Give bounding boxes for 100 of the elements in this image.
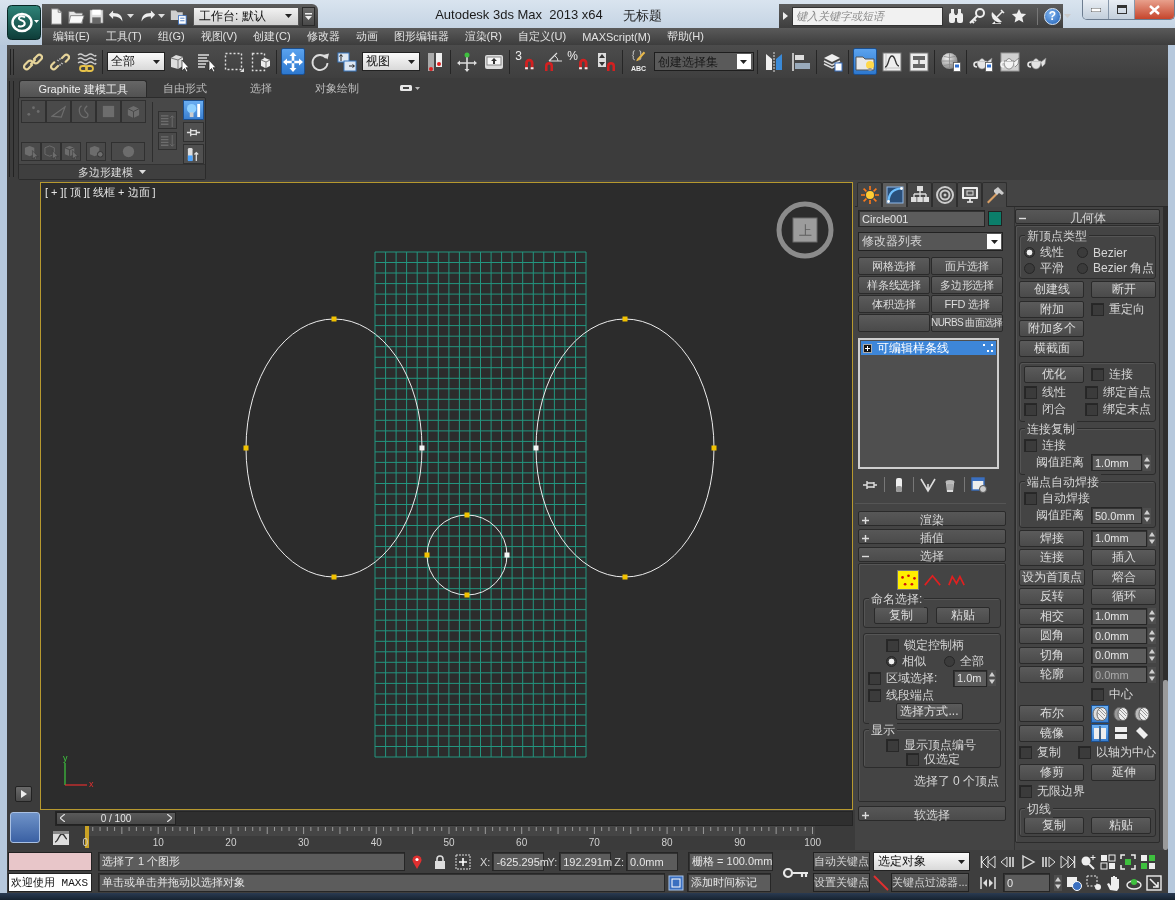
rollout-header[interactable]: 渲染 bbox=[858, 511, 1006, 526]
curve-window-icon[interactable] bbox=[52, 830, 70, 846]
hand-icon[interactable] bbox=[1106, 874, 1122, 891]
swatch-icon[interactable] bbox=[988, 211, 1002, 226]
set-key-button[interactable]: 设置关键点 bbox=[813, 873, 870, 892]
frame-field[interactable]: 0 bbox=[1003, 873, 1050, 892]
magnet-button[interactable]: % bbox=[567, 48, 592, 75]
menu-item[interactable]: 帮助(H) bbox=[658, 29, 712, 44]
menu-item[interactable]: 修改器 bbox=[298, 29, 348, 44]
play-icon[interactable] bbox=[1020, 853, 1036, 870]
number-field[interactable]: 1.0mm bbox=[1091, 529, 1147, 547]
number-field[interactable]: 50.0mm bbox=[1091, 507, 1142, 525]
checkbox[interactable] bbox=[1024, 491, 1037, 505]
panel-tab[interactable] bbox=[932, 182, 957, 207]
bracket-triangles-icon[interactable] bbox=[980, 874, 996, 891]
menu-item[interactable]: MAXScript(M) bbox=[574, 30, 659, 43]
time-slider-track[interactable]: 0 / 100 bbox=[55, 810, 853, 826]
expand-button[interactable] bbox=[15, 786, 32, 802]
command-button[interactable]: 延伸 bbox=[1091, 763, 1156, 781]
magnifier-plus-icon[interactable] bbox=[1080, 853, 1096, 870]
checkbox[interactable] bbox=[1019, 746, 1032, 760]
checkbox[interactable] bbox=[1091, 302, 1104, 316]
panel-tab[interactable] bbox=[882, 182, 907, 207]
checkbox[interactable] bbox=[886, 638, 899, 652]
number-field[interactable]: 1.0m bbox=[953, 669, 987, 687]
checkbox[interactable] bbox=[1078, 746, 1091, 760]
lock-icon[interactable] bbox=[432, 853, 448, 870]
modifier-button[interactable]: FFD 选择 bbox=[931, 295, 1003, 313]
command-button[interactable]: 粘贴 bbox=[936, 607, 990, 624]
panel-tab[interactable] bbox=[857, 182, 882, 207]
search-field[interactable]: 键入关键字或短语 bbox=[792, 6, 943, 26]
close-button[interactable] bbox=[1135, 0, 1174, 19]
checkbox[interactable] bbox=[1024, 403, 1037, 417]
coordinate-field[interactable]: 192.291m bbox=[559, 852, 612, 871]
menu-item[interactable]: 渲染(R) bbox=[456, 29, 510, 44]
floppy-icon[interactable] bbox=[88, 7, 105, 25]
framed-square-icon[interactable] bbox=[668, 874, 684, 891]
four-squares-icon[interactable] bbox=[1100, 853, 1116, 870]
checkbox[interactable] bbox=[1085, 403, 1098, 417]
menu-item[interactable]: 创建(C) bbox=[245, 29, 299, 44]
radio-button[interactable] bbox=[886, 655, 897, 667]
time-tag-field[interactable]: 添加时间标记 bbox=[687, 873, 771, 892]
spinner-arrows-icon[interactable] bbox=[1148, 608, 1156, 625]
command-button[interactable]: 切角 bbox=[1019, 646, 1084, 664]
key-icon[interactable] bbox=[783, 865, 808, 880]
menu-item[interactable]: 组(G) bbox=[149, 29, 193, 44]
selection-filter-dropdown[interactable]: 全部 bbox=[106, 52, 165, 71]
menu-item[interactable]: 工具(T) bbox=[97, 29, 150, 44]
rollout-header[interactable]: 选择 bbox=[858, 547, 1006, 562]
command-button[interactable]: 插入 bbox=[1091, 549, 1156, 567]
modifier-list-dropdown[interactable]: 修改器列表 bbox=[858, 232, 1003, 251]
ribbon-tab[interactable]: 对象绘制 bbox=[299, 80, 375, 97]
subtract-toggle[interactable] bbox=[1112, 704, 1130, 723]
command-button[interactable]: 反转 bbox=[1019, 588, 1084, 606]
spinner-arrows-icon[interactable] bbox=[1148, 530, 1156, 547]
rollout-header[interactable]: 插值 bbox=[858, 529, 1006, 544]
command-button[interactable]: 圆角 bbox=[1019, 627, 1084, 645]
modifier-button[interactable]: 面片选择 bbox=[931, 257, 1003, 275]
mirror-horizontal-toggle[interactable] bbox=[1091, 724, 1109, 743]
modifier-button[interactable]: 体积选择 bbox=[858, 295, 930, 313]
checkbox[interactable] bbox=[868, 671, 881, 685]
maximize-button[interactable] bbox=[1109, 0, 1135, 19]
spinner-arrows-icon[interactable] bbox=[1148, 666, 1156, 683]
command-button[interactable]: 创建线 bbox=[1019, 281, 1084, 299]
command-button[interactable]: 焊接 bbox=[1019, 529, 1084, 547]
rollout-header[interactable]: 软选择 bbox=[858, 806, 1006, 821]
skip-start-icon[interactable] bbox=[980, 853, 996, 870]
auto-key-button[interactable]: 自动关键点 bbox=[813, 852, 870, 871]
tiled-squares-icon[interactable] bbox=[1140, 853, 1156, 870]
modifier-button[interactable]: 网格选择 bbox=[858, 257, 930, 275]
command-button[interactable]: 熔合 bbox=[1092, 568, 1156, 586]
dashed-square-icon[interactable] bbox=[1086, 874, 1102, 891]
number-field[interactable]: 1.0mm bbox=[1091, 454, 1142, 472]
arrow-square-icon[interactable] bbox=[1146, 874, 1162, 891]
customize-button[interactable] bbox=[302, 6, 315, 26]
pin-button[interactable] bbox=[183, 122, 204, 142]
radio-button[interactable] bbox=[944, 655, 955, 667]
listener-output[interactable]: 欢迎使用 MAXS bbox=[8, 873, 92, 892]
triangle-right-icon[interactable] bbox=[783, 12, 788, 20]
minus-icon[interactable] bbox=[862, 553, 869, 560]
key-mode-dropdown[interactable]: 选定对象 bbox=[873, 852, 970, 871]
bar-caret-icon[interactable] bbox=[400, 84, 420, 92]
command-button[interactable]: 循环 bbox=[1091, 588, 1156, 606]
command-button[interactable]: 附加多个 bbox=[1019, 320, 1084, 338]
checkbox[interactable] bbox=[1024, 438, 1037, 452]
modifier-button[interactable]: NURBS 曲面选择 bbox=[931, 314, 1003, 332]
binoculars-icon[interactable] bbox=[948, 8, 964, 24]
minus-icon[interactable] bbox=[1019, 215, 1026, 222]
command-button[interactable]: 布尔 bbox=[1019, 705, 1084, 723]
menu-item[interactable]: 编辑(E) bbox=[45, 29, 98, 44]
command-button[interactable]: 横截面 bbox=[1019, 339, 1084, 357]
coordinate-field[interactable]: 0.0mm bbox=[626, 852, 678, 871]
checkbox[interactable] bbox=[1024, 385, 1037, 399]
current-frame-marker[interactable] bbox=[85, 826, 89, 848]
union-toggle[interactable] bbox=[1091, 704, 1109, 723]
named-selection-field[interactable]: 创建选择集 bbox=[653, 52, 754, 71]
ribbon-tab[interactable]: Graphite 建模工具 bbox=[19, 80, 147, 97]
time-slider-thumb[interactable]: 0 / 100 bbox=[56, 811, 176, 825]
magnet-button[interactable]: 3 bbox=[513, 48, 538, 75]
number-field[interactable]: 1.0mm bbox=[1091, 607, 1147, 625]
